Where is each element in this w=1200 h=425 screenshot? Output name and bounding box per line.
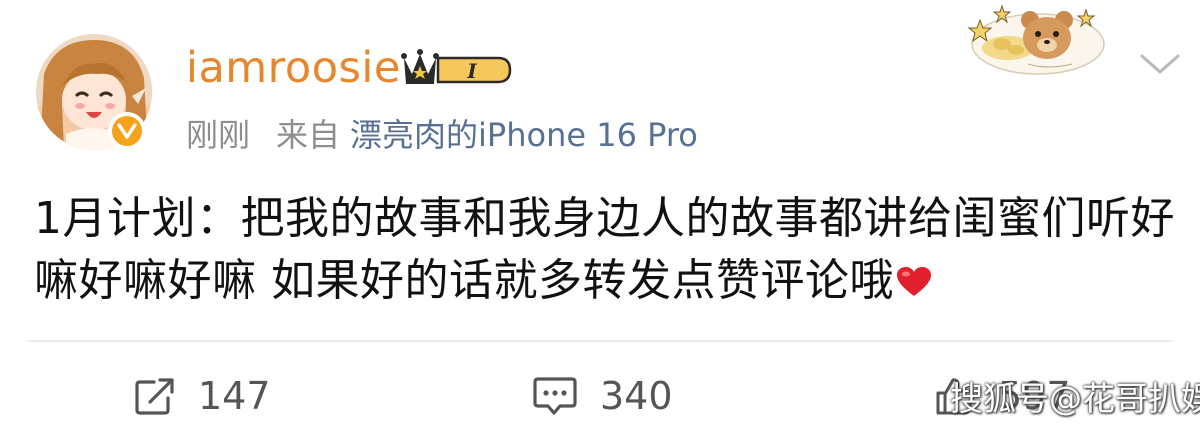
post-meta: 刚刚 来自 漂亮肉的iPhone 16 Pro (186, 112, 698, 158)
post-content-line-1: 1月计划：把我的故事和我身边人的故事都讲给闺蜜们听好 (34, 188, 1175, 250)
post-content: 1月计划：把我的故事和我身边人的故事都讲给闺蜜们听好 嘛好嘛好嘛 如果好的话就多… (34, 188, 1175, 312)
comment-count: 340 (600, 374, 673, 418)
post-content-line-2: 嘛好嘛好嘛 如果好的话就多转发点赞评论哦 (34, 250, 1174, 312)
red-heart-emoji-icon (897, 267, 931, 296)
repost-button[interactable]: 147 (134, 372, 271, 420)
verified-v-icon (112, 116, 142, 146)
bear-sticker-decoration (968, 4, 1105, 75)
post-text-2: 嘛好嘛好嘛 如果好的话就多转发点赞评论哦 (34, 255, 894, 306)
comment-icon (533, 377, 577, 415)
chevron-down-icon[interactable] (1138, 48, 1182, 78)
repost-icon (135, 378, 174, 415)
source-watermark: 搜狐号@花哥扒娱乐 (950, 379, 1200, 418)
comment-button[interactable]: 340 (532, 372, 673, 420)
weibo-post-card: iamroosie I 刚刚 来自 漂亮肉的iPhone 16 Pro 1月计划… (0, 0, 1200, 425)
post-text-1: 1月计划：把我的故事和我身边人的故事都讲给闺蜜们听好 (34, 193, 1175, 244)
source-device-link[interactable]: 漂亮肉的iPhone 16 Pro (350, 116, 698, 154)
vip-level-text: I (466, 59, 477, 83)
source-label: 来自 (276, 116, 341, 154)
divider (28, 340, 1172, 342)
author-username[interactable]: iamroosie (186, 40, 401, 96)
repost-count: 147 (198, 374, 271, 418)
post-time: 刚刚 (186, 116, 251, 154)
crown-vip-badge-icon[interactable]: I (398, 44, 516, 94)
verified-badge (108, 112, 146, 150)
